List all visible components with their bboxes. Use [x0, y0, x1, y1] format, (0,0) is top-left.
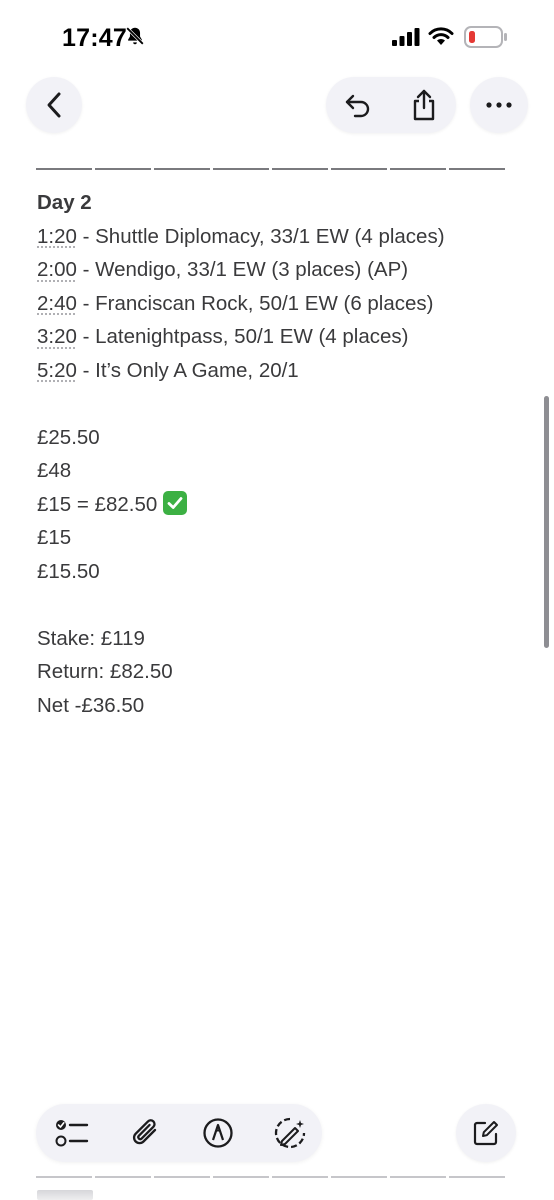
race-entry: 1:20 - Shuttle Diplomacy, 33/1 EW (4 pla…: [37, 220, 445, 254]
separator-line-bottom: [36, 1176, 506, 1178]
race-details: - Franciscan Rock, 50/1 EW (6 places): [76, 291, 434, 315]
header-actions: [326, 77, 456, 133]
race-entry: 2:00 - Wendigo, 33/1 EW (3 places) (AP): [37, 253, 445, 287]
stake-value: £15 = £82.50: [37, 492, 158, 516]
race-details: - It’s Only A Game, 20/1: [76, 358, 299, 382]
stake-line: £48: [37, 459, 72, 482]
paperclip-icon: [132, 1119, 157, 1145]
race-details: - Shuttle Diplomacy, 33/1 EW (4 places): [76, 224, 445, 248]
battery-low-icon: [464, 26, 507, 48]
undo-icon: [345, 94, 370, 118]
race-time[interactable]: 2:40: [37, 292, 77, 315]
more-ellipsis-icon: [486, 102, 512, 108]
wifi-icon: [428, 27, 454, 45]
share-icon: [413, 89, 435, 121]
markup-button[interactable]: [188, 1104, 248, 1162]
share-button[interactable]: [392, 77, 456, 133]
summary-stake: Stake: £119: [37, 626, 145, 650]
race-time[interactable]: 2:00: [37, 258, 77, 281]
more-button[interactable]: [470, 77, 528, 133]
writing-tools-icon: [274, 1117, 306, 1149]
summary-return: Return: £82.50: [37, 660, 173, 683]
next-section-peek: [37, 1190, 97, 1200]
check-mark-icon: [163, 490, 188, 515]
race-time[interactable]: 5:20: [37, 359, 77, 382]
status-time: 17:47: [62, 24, 127, 52]
scroll-indicator[interactable]: [544, 396, 549, 648]
bottom-toolbar: [36, 1104, 322, 1162]
back-button[interactable]: [26, 77, 82, 133]
race-details: - Latenightpass, 50/1 EW (4 places): [76, 325, 409, 348]
summary-net: Net -£36.50: [37, 693, 145, 717]
day-heading: Day 2: [37, 191, 92, 214]
attachment-button[interactable]: [116, 1104, 176, 1162]
checklist-button[interactable]: [42, 1104, 102, 1162]
status-bar: 17:47: [0, 0, 554, 76]
cellular-signal-icon: [392, 28, 420, 46]
separator-line: [36, 168, 506, 170]
bell-slash-icon: [126, 27, 144, 45]
stake-line: £25.50: [37, 425, 100, 449]
compose-icon: [473, 1121, 498, 1146]
checklist-icon: [55, 1120, 89, 1147]
note-body[interactable]: Day 2 1:20 - Shuttle Diplomacy, 33/1 EW …: [37, 186, 445, 722]
compose-button[interactable]: [456, 1104, 516, 1162]
stake-line: £15.50: [37, 559, 100, 583]
race-entry: 2:40 - Franciscan Rock, 50/1 EW (6 place…: [37, 287, 445, 321]
race-entry: 5:20 - It’s Only A Game, 20/1: [37, 354, 445, 388]
back-chevron-icon: [47, 92, 61, 118]
race-details: - Wendigo, 33/1 EW (3 places) (AP): [76, 258, 409, 281]
race-time[interactable]: 3:20: [37, 325, 77, 348]
stake-line: £15: [37, 526, 72, 549]
race-entry: 3:20 - Latenightpass, 50/1 EW (4 places): [37, 320, 445, 354]
stake-line-winner: £15 = £82.50: [37, 488, 445, 522]
undo-button[interactable]: [326, 77, 390, 133]
race-time[interactable]: 1:20: [37, 225, 77, 248]
writing-tools-button[interactable]: [260, 1104, 320, 1162]
markup-pen-icon: [203, 1118, 233, 1148]
